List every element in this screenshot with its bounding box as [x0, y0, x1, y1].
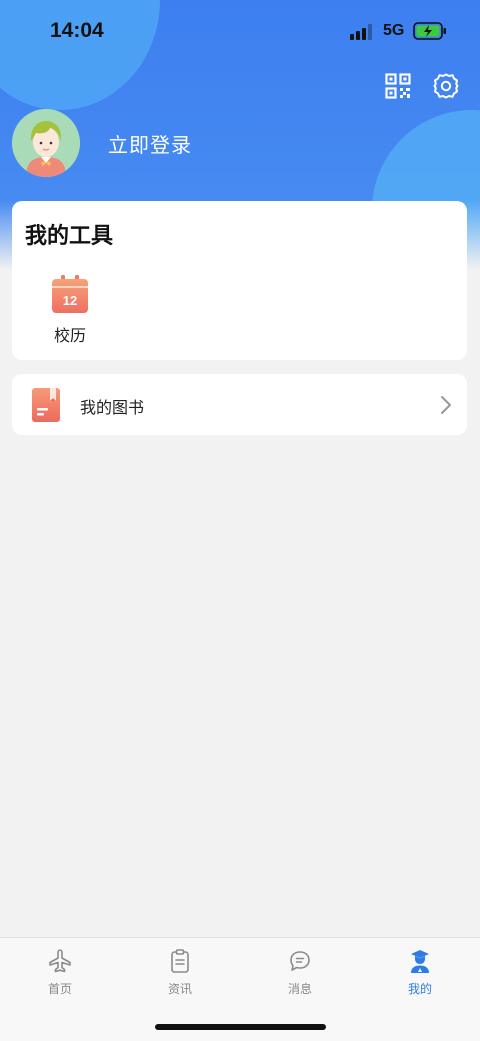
login-link[interactable]: 立即登录 [108, 129, 192, 158]
battery-charging-icon [413, 22, 446, 40]
tab-label-messages: 消息 [287, 982, 312, 996]
tab-label-mine: 我的 [407, 982, 432, 996]
chat-bubble-icon [290, 951, 310, 971]
tab-mine[interactable]: 我的 [360, 948, 480, 1004]
my-books-label: 我的图书 [80, 398, 145, 417]
tab-label-home: 首页 [47, 982, 72, 996]
my-books-row[interactable]: 我的图书 [12, 374, 467, 435]
my-tools-title: 我的工具 [25, 224, 114, 249]
tool-item-calendar[interactable]: 12 校历 [42, 275, 98, 345]
svg-text:12: 12 [63, 293, 77, 308]
tab-news[interactable]: 资讯 [120, 948, 240, 1004]
calendar-icon: 12 [52, 275, 88, 313]
status-bar: 14:04 5G [0, 0, 480, 62]
network-type: 5G [383, 22, 405, 39]
tool-label-calendar: 校历 [53, 326, 86, 345]
avatar[interactable] [12, 109, 80, 177]
status-time: 14:04 [50, 19, 104, 42]
tab-home[interactable]: 首页 [0, 948, 120, 1004]
chevron-right-icon [441, 396, 451, 414]
gear-icon[interactable] [430, 70, 462, 102]
signal-strength-icon [350, 24, 376, 40]
airplane-icon [49, 949, 71, 973]
qr-code-icon[interactable] [382, 70, 414, 102]
book-icon [32, 388, 60, 422]
clipboard-icon [171, 949, 189, 973]
tab-label-news: 资讯 [167, 982, 192, 996]
home-indicator [155, 1024, 326, 1030]
graduate-user-icon [411, 950, 429, 973]
tab-messages[interactable]: 消息 [240, 948, 360, 1004]
my-tools-card: 我的工具 12 校历 [12, 201, 467, 360]
